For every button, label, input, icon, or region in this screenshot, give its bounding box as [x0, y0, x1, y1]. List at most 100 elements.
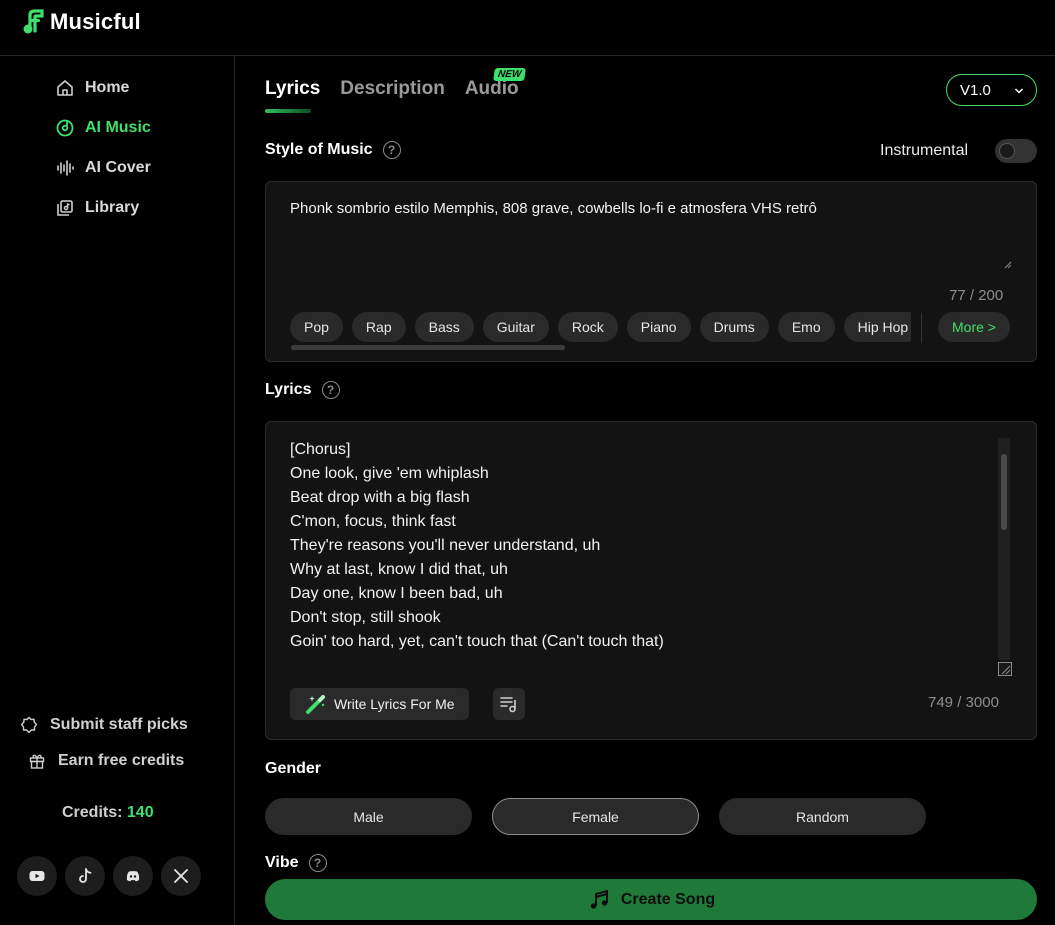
- submit-staff-picks-label: Submit staff picks: [50, 716, 188, 733]
- mode-tabs: Lyrics Description Audio: [265, 78, 519, 100]
- discord-button[interactable]: [113, 856, 153, 896]
- x-icon: [174, 869, 188, 883]
- style-input-box: Phonk sombrio estilo Memphis, 808 grave,…: [265, 181, 1037, 362]
- lyrics-scrollbar[interactable]: [998, 438, 1010, 660]
- instrumental-toggle[interactable]: [995, 139, 1037, 163]
- gift-icon: [29, 754, 45, 769]
- disc-icon: [56, 119, 74, 137]
- tab-description[interactable]: Description: [340, 78, 445, 100]
- lyrics-input-box: [Chorus] One look, give 'em whiplash Bea…: [265, 421, 1037, 740]
- style-section-header: Style of Music ?: [265, 141, 401, 159]
- badge-star-icon: [20, 716, 38, 733]
- logo-icon: [23, 9, 44, 34]
- credits-display: Credits: 140: [62, 804, 154, 822]
- submit-staff-picks-link[interactable]: Submit staff picks: [20, 716, 188, 734]
- lyrics-char-count: 749: [928, 694, 954, 711]
- lyrics-char-max: 3000: [965, 694, 999, 711]
- sidebar: Home AI Music AI Cover Library Submit st…: [0, 56, 235, 925]
- lyrics-section-title: Lyrics: [265, 381, 312, 398]
- style-textarea[interactable]: Phonk sombrio estilo Memphis, 808 grave,…: [290, 200, 1010, 217]
- new-badge: NEW: [493, 68, 527, 81]
- music-notes-icon: [590, 889, 608, 909]
- library-icon: [57, 200, 73, 216]
- chip-piano[interactable]: Piano: [626, 312, 691, 342]
- credits-value: 140: [126, 804, 154, 821]
- tiktok-button[interactable]: [65, 856, 105, 896]
- lyric-line: They're reasons you'll never understand,…: [290, 537, 601, 554]
- chip-pop[interactable]: Pop: [290, 312, 343, 342]
- write-lyrics-button[interactable]: Write Lyrics For Me: [290, 688, 469, 720]
- magic-wand-icon: [306, 695, 325, 714]
- lyrics-section-header: Lyrics ?: [265, 381, 340, 399]
- help-icon[interactable]: ?: [308, 854, 327, 872]
- lyric-line: Goin' too hard, yet, can't touch that (C…: [290, 633, 664, 650]
- vibe-section-title: Vibe: [265, 854, 299, 871]
- sidebar-item-label: AI Cover: [85, 159, 151, 176]
- discord-icon: [126, 871, 140, 882]
- active-tab-indicator: [265, 109, 311, 113]
- main-panel: Lyrics Description Audio NEW V1.0 Style …: [236, 56, 1055, 925]
- more-styles-button[interactable]: More >: [938, 312, 1010, 342]
- lyric-line: [Chorus]: [290, 441, 351, 458]
- waveform-icon: [57, 160, 74, 176]
- lyric-line: Why at last, know I did that, uh: [290, 561, 508, 578]
- style-char-counter: 77 / 200: [949, 287, 1004, 304]
- sidebar-item-label: AI Music: [85, 119, 151, 136]
- earn-free-credits-link[interactable]: Earn free credits: [28, 752, 184, 770]
- vibe-section-header: Vibe ?: [265, 854, 327, 872]
- create-song-button[interactable]: Create Song: [265, 879, 1037, 920]
- chip-emo[interactable]: Emo: [777, 312, 835, 342]
- chip-guitar[interactable]: Guitar: [482, 312, 549, 342]
- gender-section-header: Gender: [265, 760, 321, 778]
- sidebar-item-label: Library: [85, 199, 140, 216]
- chips-divider: [921, 313, 922, 343]
- scrollbar-thumb[interactable]: [1001, 454, 1007, 530]
- lyrics-textarea[interactable]: [Chorus] One look, give 'em whiplash Bea…: [290, 438, 664, 654]
- earn-free-credits-label: Earn free credits: [58, 752, 185, 769]
- gender-male-button[interactable]: Male: [265, 798, 472, 835]
- home-icon: [57, 80, 73, 96]
- tab-audio[interactable]: Audio: [465, 78, 519, 100]
- gender-female-button[interactable]: Female: [492, 798, 699, 835]
- music-list-icon: [500, 697, 516, 713]
- lyric-line: Don't stop, still shook: [290, 609, 441, 626]
- chip-rock[interactable]: Rock: [557, 312, 618, 342]
- sidebar-item-library[interactable]: Library: [55, 198, 139, 218]
- help-icon[interactable]: ?: [321, 381, 340, 399]
- tab-lyrics[interactable]: Lyrics: [265, 78, 320, 100]
- youtube-button[interactable]: [17, 856, 57, 896]
- chip-hip-hop[interactable]: Hip Hop: [843, 312, 911, 342]
- chips-scrollbar[interactable]: [291, 345, 565, 350]
- lyrics-structure-button[interactable]: [493, 688, 525, 720]
- resize-handle-icon[interactable]: [1004, 261, 1012, 269]
- youtube-icon: [29, 871, 45, 881]
- chip-bass[interactable]: Bass: [414, 312, 474, 342]
- sidebar-item-ai-music[interactable]: AI Music: [55, 118, 151, 138]
- x-button[interactable]: [161, 856, 201, 896]
- create-song-label: Create Song: [620, 890, 716, 908]
- gender-random-button[interactable]: Random: [719, 798, 926, 835]
- help-icon[interactable]: ?: [382, 141, 401, 159]
- lyrics-char-counter: 749 / 3000: [928, 694, 999, 711]
- logo[interactable]: Musicful: [22, 9, 141, 35]
- tiktok-icon: [79, 868, 92, 883]
- instrumental-label: Instrumental: [880, 142, 969, 159]
- resize-handle-icon[interactable]: [998, 662, 1012, 676]
- top-bar: Musicful: [0, 0, 1055, 56]
- chip-rap[interactable]: Rap: [351, 312, 406, 342]
- chip-drums[interactable]: Drums: [699, 312, 769, 342]
- app-name: Musicful: [50, 9, 141, 34]
- lyric-line: Beat drop with a big flash: [290, 489, 470, 506]
- sidebar-item-label: Home: [85, 79, 130, 96]
- version-value: V1.0: [960, 81, 991, 99]
- sidebar-item-home[interactable]: Home: [55, 78, 129, 98]
- style-char-count: 77: [949, 287, 966, 304]
- gender-section-title: Gender: [265, 760, 322, 777]
- style-section-title: Style of Music: [265, 141, 373, 158]
- style-char-max: 200: [978, 287, 1004, 304]
- lyric-line: One look, give 'em whiplash: [290, 465, 489, 482]
- version-select[interactable]: V1.0: [946, 74, 1037, 106]
- credits-label: Credits:: [62, 804, 123, 821]
- social-links: [17, 856, 201, 896]
- sidebar-item-ai-cover[interactable]: AI Cover: [55, 158, 151, 178]
